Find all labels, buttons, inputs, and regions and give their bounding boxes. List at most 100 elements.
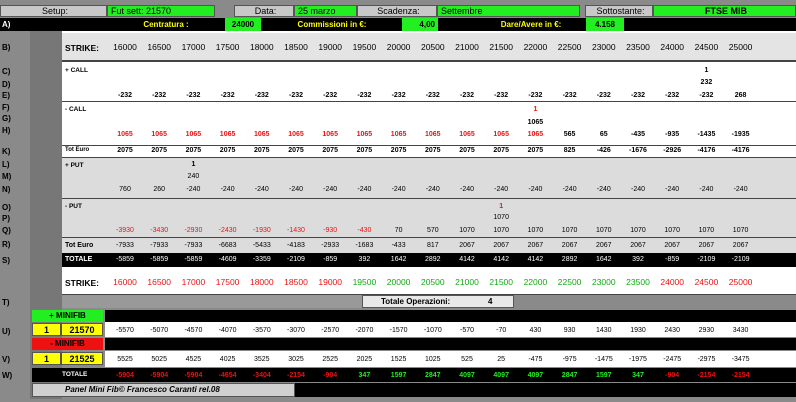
row-letter: D) — [2, 80, 11, 89]
marker-plus-put-price[interactable]: 240 — [176, 173, 210, 180]
cell-minifib-minus-row: 1025 — [425, 356, 441, 363]
cell-minus-put-row: -1930 — [252, 227, 271, 234]
marker-minus-call-price[interactable]: 1065 — [518, 119, 552, 126]
cell-totale: -3359 — [252, 256, 271, 263]
cell-minifib-minus-row: -1475 — [594, 356, 613, 363]
cell-strikes: 17000 — [181, 277, 206, 287]
cell-plus-put-row: -240 — [630, 186, 645, 193]
minus-minifib-qty[interactable]: 1 — [32, 352, 61, 365]
cell-plus-call-row: -232 — [152, 92, 167, 99]
cell-tot-call: 2075 — [493, 147, 509, 154]
cell-tot-call: -4176 — [731, 147, 750, 154]
cell-tot-call: 2075 — [459, 147, 475, 154]
fut-field[interactable]: Fut sett: 21570 — [107, 5, 215, 17]
cell-tot-euro: 2067 — [561, 242, 578, 249]
cell-tot-euro: -6683 — [218, 242, 237, 249]
cell-strikes: 16000 — [113, 42, 137, 52]
cell-minus-put-row: 1070 — [698, 227, 715, 234]
cell-tot-euro: -433 — [391, 242, 406, 249]
cell-plus-put-row: -240 — [459, 186, 474, 193]
cell-totale-z: 1597 — [596, 372, 612, 379]
cell-tot-euro: 2067 — [698, 242, 715, 249]
minus-minifib-price[interactable]: 21525 — [61, 352, 103, 365]
cell-plus-put-row: -240 — [220, 186, 235, 193]
cell-plus-call-row: -232 — [357, 92, 372, 99]
marker-plus-put-qty[interactable]: 1 — [176, 161, 210, 168]
marker-minus-put-qty[interactable]: 1 — [484, 203, 518, 210]
cell-totale-z: -2154 — [697, 372, 716, 379]
row-letter: B) — [2, 43, 11, 52]
plus-minifib-label: + MINIFIB — [32, 310, 103, 322]
cell-minifib-plus-row: -1070 — [423, 327, 442, 334]
strike-footer-label: STRIKE: — [65, 278, 99, 288]
strike-header-label: STRIKE: — [65, 43, 99, 53]
cell-strikes: 16500 — [147, 42, 171, 52]
cell-tot-call: 825 — [563, 147, 576, 154]
cell-minifib-minus-row: -3475 — [731, 356, 750, 363]
cell-plus-call-row: -232 — [630, 92, 645, 99]
plus-minifib-price[interactable]: 21570 — [61, 323, 103, 336]
cell-tot-call: 2075 — [219, 147, 236, 154]
cell-plus-call-row: -232 — [665, 92, 680, 99]
commissioni-field[interactable]: 4,00 — [402, 18, 438, 31]
cell-strikes: 24000 — [660, 277, 684, 287]
scadenza-field[interactable]: Settembre — [437, 5, 580, 17]
marker-minus-call-qty[interactable]: 1 — [518, 106, 552, 113]
cell-plus-call-row: -232 — [254, 92, 269, 99]
cell-strikes: 18500 — [284, 42, 308, 52]
cell-plus-put-row: -240 — [699, 186, 714, 193]
sottostante-field[interactable]: FTSE MIB — [653, 5, 796, 17]
cell-tot-euro: 2067 — [664, 242, 680, 249]
cell-minus-call-row: 1065 — [117, 131, 133, 138]
cell-minifib-plus-row: -2570 — [321, 327, 340, 334]
cell-tot-call: 2075 — [151, 147, 167, 154]
cell-strikes: 23500 — [626, 277, 650, 287]
cell-tot-euro: 2067 — [732, 242, 749, 249]
cell-minifib-plus-row: -5070 — [150, 327, 169, 334]
cell-minus-put-row: 1070 — [630, 227, 646, 234]
scadenza-label: Scadenza: — [357, 5, 437, 17]
cell-plus-call-row: -232 — [494, 92, 509, 99]
row-letter: K) — [2, 147, 11, 156]
cell-tot-euro: 2067 — [596, 242, 612, 249]
cell-strikes: 17500 — [215, 42, 240, 52]
plus-minifib-qty[interactable]: 1 — [32, 323, 61, 336]
row-letter: C) — [2, 67, 11, 76]
cell-plus-call-row: -232 — [562, 92, 577, 99]
cell-strikes: 25000 — [728, 42, 753, 52]
centratura-field[interactable]: 24000 — [225, 18, 261, 31]
cell-minifib-plus-row: -2070 — [355, 327, 374, 334]
marker-minus-put-price[interactable]: 1070 — [484, 214, 518, 221]
cell-minus-call-row: -1435 — [697, 131, 716, 138]
marker-plus-call-price[interactable]: 232 — [689, 79, 723, 86]
cell-plus-call-row: -232 — [596, 92, 611, 99]
cell-minus-call-row: 1065 — [219, 131, 236, 138]
cell-minus-put-row: 1070 — [664, 227, 680, 234]
cell-plus-call-row: -232 — [288, 92, 303, 99]
cell-totale: 4142 — [493, 256, 509, 263]
dare-avere-value: 4.158 — [586, 18, 624, 31]
cell-minus-put-row: 1070 — [493, 227, 509, 234]
cell-minifib-plus-row: 430 — [529, 327, 542, 334]
cell-minifib-plus-row: 3430 — [732, 327, 749, 334]
cell-tot-call: 2075 — [356, 147, 373, 154]
cell-minus-put-row: 1070 — [596, 227, 612, 234]
cell-tot-euro: -2933 — [321, 242, 340, 249]
cell-totale: 2892 — [425, 256, 441, 263]
cell-minus-call-row: 1065 — [185, 131, 202, 138]
setup-label: Setup: — [0, 5, 107, 17]
cell-minus-put-row: 70 — [394, 227, 403, 234]
cell-plus-call-row: -232 — [186, 92, 201, 99]
cell-minus-call-row: 1065 — [288, 131, 304, 138]
totale-operazioni-value: 4 — [488, 297, 493, 306]
marker-plus-call-qty[interactable]: 1 — [689, 67, 723, 74]
cell-plus-call-row: -232 — [699, 92, 714, 99]
row-letter: O) — [2, 203, 11, 212]
cell-minifib-minus-row: 4525 — [185, 356, 202, 363]
cell-strikes: 16000 — [113, 277, 137, 287]
cell-plus-call-row: -232 — [323, 92, 338, 99]
sottostante-label: Sottostante: — [585, 5, 653, 17]
data-field[interactable]: 25 marzo — [294, 5, 357, 17]
cell-tot-call: 2075 — [390, 147, 407, 154]
cell-minus-put-row: -2930 — [184, 227, 203, 234]
